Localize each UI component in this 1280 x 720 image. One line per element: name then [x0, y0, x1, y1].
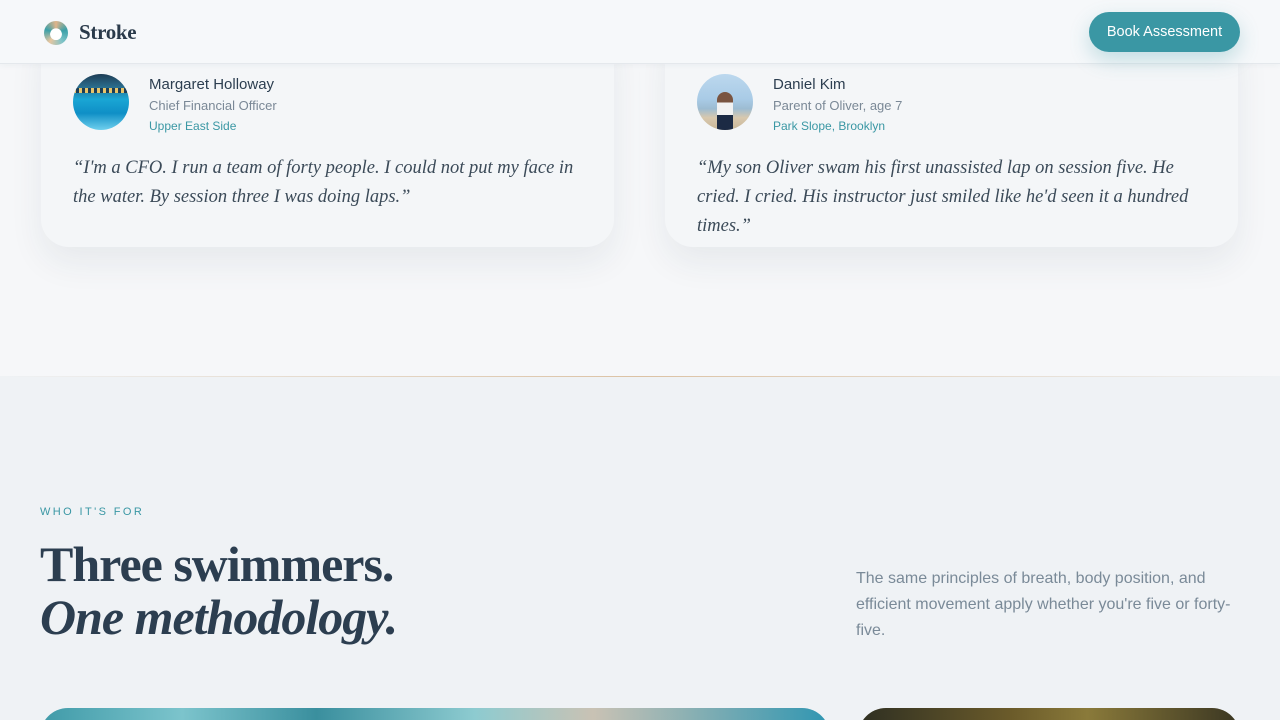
swimmer-card-image[interactable] — [858, 708, 1240, 720]
swimmer-card-image[interactable] — [40, 708, 830, 720]
testimonial-author: Margaret Holloway Chief Financial Office… — [149, 76, 277, 134]
section-divider — [0, 376, 1280, 377]
section-headline: Three swimmers. One methodology. — [40, 536, 398, 645]
author-location: Park Slope, Brooklyn — [773, 119, 886, 133]
author-name: Margaret Holloway — [149, 76, 275, 93]
testimonial-quote: “My son Oliver swam his first unassisted… — [697, 158, 1189, 236]
brand-name: Stroke — [79, 20, 137, 44]
brand-logo-link[interactable]: Stroke — [44, 20, 137, 45]
headline-line-1: Three swimmers. — [40, 536, 394, 592]
section-eyebrow: WHO IT'S FOR — [40, 506, 145, 518]
headline-line-2: One methodology. — [40, 589, 398, 645]
swirl-logo-icon — [44, 20, 68, 45]
avatar — [73, 74, 129, 130]
avatar — [697, 74, 753, 130]
site-header: Stroke Book Assessment — [0, 0, 1280, 64]
author-role: Chief Financial Officer — [149, 98, 277, 113]
testimonial-author: Daniel Kim Parent of Oliver, age 7 Park … — [773, 76, 902, 134]
book-assessment-button[interactable]: Book Assessment — [1089, 12, 1240, 52]
testimonial-quote: “I'm a CFO. I run a team of forty people… — [73, 158, 574, 207]
author-role: Parent of Oliver, age 7 — [773, 98, 903, 113]
author-name: Daniel Kim — [773, 76, 846, 93]
section-lede: The same principles of breath, body posi… — [856, 570, 1231, 639]
author-location: Upper East Side — [149, 119, 237, 133]
